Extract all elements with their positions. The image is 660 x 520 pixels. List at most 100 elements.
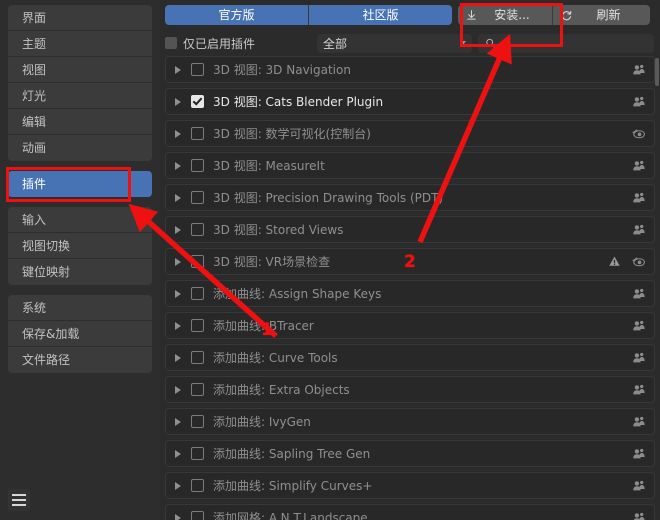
table-row[interactable]: 添加曲线: Curve Tools xyxy=(165,344,655,371)
table-row[interactable]: 添加曲线: BTracer xyxy=(165,312,655,339)
hamburger-menu-icon[interactable] xyxy=(8,489,30,511)
chevron-right-icon[interactable] xyxy=(175,289,181,298)
tab-official[interactable]: 官方版 xyxy=(165,5,309,25)
addon-enable-checkbox[interactable] xyxy=(191,63,204,76)
table-row[interactable]: 3D 视图: VR场景检查 xyxy=(165,248,655,275)
addon-row-icons xyxy=(632,479,646,493)
sidebar-item-viewport[interactable]: 视图 xyxy=(8,57,152,83)
addon-enable-checkbox[interactable] xyxy=(191,415,204,428)
chevron-right-icon[interactable] xyxy=(175,65,181,74)
addon-enable-checkbox[interactable] xyxy=(191,191,204,204)
enabled-only-label: 仅已启用插件 xyxy=(183,36,256,51)
community-people-icon xyxy=(632,351,646,365)
chevron-right-icon[interactable] xyxy=(175,161,181,170)
sidebar-item-save-load[interactable]: 保存&加载 xyxy=(8,321,152,347)
warning-icon xyxy=(608,255,621,268)
addon-row-icons xyxy=(632,63,646,77)
addon-enable-checkbox[interactable] xyxy=(191,255,204,268)
refresh-button[interactable]: 刷新 xyxy=(552,5,650,25)
community-people-icon xyxy=(632,63,646,77)
sidebar-group-0: 界面主题 视图 灯光 编辑 动画 xyxy=(8,5,152,161)
sidebar-item-navigation[interactable]: 视图切换 xyxy=(8,233,152,259)
addon-enable-checkbox[interactable] xyxy=(191,127,204,140)
table-row[interactable]: 添加曲线: Simplify Curves+ xyxy=(165,472,655,499)
chevron-right-icon[interactable] xyxy=(175,513,181,520)
sidebar-item-label: 插件 xyxy=(22,177,47,191)
addon-row-icons xyxy=(632,159,646,173)
chevron-right-icon[interactable] xyxy=(175,193,181,202)
chevron-right-icon[interactable] xyxy=(175,385,181,394)
addon-enable-checkbox[interactable] xyxy=(191,383,204,396)
addon-enable-checkbox[interactable] xyxy=(191,511,204,520)
addon-row-icons xyxy=(608,255,646,269)
addon-enable-checkbox[interactable] xyxy=(191,287,204,300)
chevron-right-icon[interactable] xyxy=(175,481,181,490)
addon-name: 3D 视图: Precision Drawing Tools (PDT) xyxy=(213,191,444,205)
sidebar-item-system[interactable]: 系统 xyxy=(8,295,152,321)
sidebar-item-label: 保存&加载 xyxy=(22,327,80,341)
hamburger-bar xyxy=(12,494,26,496)
table-row[interactable]: 3D 视图: MeasureIt xyxy=(165,152,655,179)
search-input[interactable] xyxy=(478,33,654,53)
chevron-right-icon[interactable] xyxy=(175,321,181,330)
sidebar-item-lights[interactable]: 灯光 xyxy=(8,83,152,109)
list-scrollbar[interactable] xyxy=(655,58,659,86)
addon-enable-checkbox[interactable] xyxy=(191,351,204,364)
table-row[interactable]: 添加曲线: Assign Shape Keys xyxy=(165,280,655,307)
sidebar-item-label: 系统 xyxy=(22,301,47,315)
table-row[interactable]: 3D 视图: Cats Blender Plugin xyxy=(165,88,655,115)
table-row[interactable]: 3D 视图: Stored Views xyxy=(165,216,655,243)
sidebar-item-keymap[interactable]: 键位映射 xyxy=(8,259,152,285)
addon-name: 3D 视图: 数学可视化(控制台) xyxy=(213,127,371,141)
tab-community[interactable]: 社区版 xyxy=(309,5,452,25)
community-people-icon xyxy=(632,159,646,173)
sidebar-item-label: 界面 xyxy=(22,11,47,25)
addons-filter-bar: 仅已启用插件 全部 xyxy=(160,30,660,56)
chevron-right-icon[interactable] xyxy=(175,97,181,106)
sidebar-item-editing[interactable]: 编辑 xyxy=(8,109,152,135)
sidebar-item-input[interactable]: 输入 xyxy=(8,207,152,233)
sidebar-item-interface[interactable]: 界面 xyxy=(8,5,152,31)
category-dropdown[interactable]: 全部 xyxy=(317,33,472,53)
addon-row-icons xyxy=(632,447,646,461)
table-row[interactable]: 添加曲线: Sapling Tree Gen xyxy=(165,440,655,467)
chevron-right-icon[interactable] xyxy=(175,449,181,458)
sidebar-item-addons[interactable]: 插件 xyxy=(8,171,152,197)
chevron-right-icon[interactable] xyxy=(175,353,181,362)
chevron-right-icon[interactable] xyxy=(175,417,181,426)
table-row[interactable]: 3D 视图: 数学可视化(控制台) xyxy=(165,120,655,147)
sidebar-item-animation[interactable]: 动画 xyxy=(8,135,152,161)
sidebar-item-label: 输入 xyxy=(22,213,47,227)
chevron-right-icon[interactable] xyxy=(175,225,181,234)
addon-row-icons xyxy=(632,127,646,141)
addon-name: 3D 视图: Cats Blender Plugin xyxy=(213,95,384,109)
table-row[interactable]: 添加曲线: Extra Objects xyxy=(165,376,655,403)
category-dropdown-value: 全部 xyxy=(323,36,348,51)
addon-enable-checkbox[interactable] xyxy=(191,447,204,460)
chevron-right-icon[interactable] xyxy=(175,257,181,266)
table-row[interactable]: 添加曲线: IvyGen xyxy=(165,408,655,435)
sidebar-group-2: 输入视图切换键位映射 xyxy=(8,207,152,285)
addon-name: 3D 视图: Stored Views xyxy=(213,223,344,237)
table-row[interactable]: 3D 视图: 3D Navigation xyxy=(165,56,655,83)
community-people-icon xyxy=(632,383,646,397)
addon-enable-checkbox[interactable] xyxy=(191,159,204,172)
blender-official-icon xyxy=(632,255,646,269)
addon-row-icons xyxy=(632,415,646,429)
addon-row-icons xyxy=(632,319,646,333)
addon-name: 添加曲线: Sapling Tree Gen xyxy=(213,447,371,461)
install-button[interactable]: 安装... xyxy=(458,5,552,25)
addon-enable-checkbox[interactable] xyxy=(191,479,204,492)
enabled-only-checkbox[interactable]: 仅已启用插件 xyxy=(165,35,317,52)
sidebar-item-label: 键位映射 xyxy=(22,265,71,279)
addons-list[interactable]: 3D 视图: 3D Navigation 3D 视图: Cats Blender … xyxy=(160,56,660,520)
chevron-right-icon[interactable] xyxy=(175,129,181,138)
addon-enable-checkbox[interactable] xyxy=(191,95,204,108)
addon-enable-checkbox[interactable] xyxy=(191,223,204,236)
sidebar-item-themes[interactable]: 主题 xyxy=(8,31,152,57)
sidebar-item-file-paths[interactable]: 文件路径 xyxy=(8,347,152,373)
addon-enable-checkbox[interactable] xyxy=(191,319,204,332)
table-row[interactable]: 3D 视图: Precision Drawing Tools (PDT) xyxy=(165,184,655,211)
addon-row-icons xyxy=(632,383,646,397)
table-row[interactable]: 添加网格: A.N.T.Landscape xyxy=(165,504,655,520)
